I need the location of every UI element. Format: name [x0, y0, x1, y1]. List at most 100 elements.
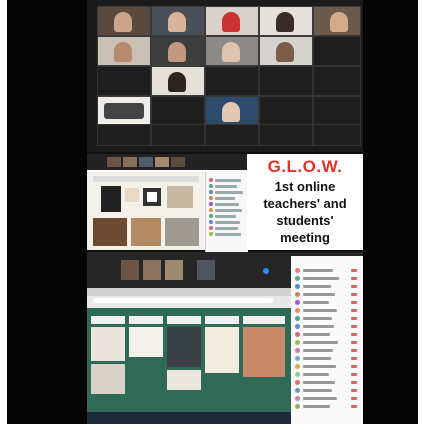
screen-share-panel: G.L.O.W. 1st online teachers' and studen… [87, 154, 363, 268]
column-header [129, 316, 163, 324]
padlet-board [87, 308, 291, 412]
chat-message [215, 203, 239, 206]
poster-line-1: 1st online [274, 179, 336, 194]
video-thumbnail [197, 260, 215, 280]
chat-avatar [209, 178, 213, 182]
participant-row[interactable] [295, 396, 359, 401]
participant-row[interactable] [295, 404, 359, 409]
shared-document [87, 172, 248, 268]
board-column [129, 316, 163, 412]
video-tile [313, 6, 361, 36]
video-tile-name-only [259, 96, 313, 126]
participant-row[interactable] [295, 292, 359, 297]
video-tile-name-only [259, 66, 313, 96]
video-tile [97, 36, 151, 66]
video-tile-name-only [205, 124, 259, 146]
zoom-icon [263, 268, 269, 274]
participant-row[interactable] [295, 372, 359, 377]
chat-avatar [209, 196, 213, 200]
video-tile [151, 66, 205, 96]
image-frame: G.L.O.W. 1st online teachers' and studen… [7, 0, 418, 424]
video-tile [151, 6, 205, 36]
video-tile [97, 96, 151, 126]
chat-avatar [209, 190, 213, 194]
video-tile [205, 96, 259, 126]
video-tile-name-only [313, 124, 361, 146]
participant-row[interactable] [295, 364, 359, 369]
column-header [91, 316, 125, 324]
chat-message [215, 227, 238, 230]
chat-message [215, 233, 241, 236]
video-tile [151, 36, 205, 66]
poster-text-block: G.L.O.W. 1st online teachers' and studen… [247, 154, 363, 250]
video-tile-name-only [313, 96, 361, 126]
video-tile-name-only [205, 66, 259, 96]
board-card[interactable] [205, 327, 239, 373]
participant-row[interactable] [295, 324, 359, 329]
board-card[interactable] [243, 327, 285, 377]
participant-row[interactable] [295, 284, 359, 289]
browser-tab-bar[interactable] [87, 288, 291, 296]
participant-row[interactable] [295, 316, 359, 321]
windows-taskbar [87, 412, 291, 424]
video-thumbnail [123, 157, 137, 167]
video-tile [97, 6, 151, 36]
chat-message [215, 215, 236, 218]
participant-row[interactable] [295, 268, 359, 273]
participant-row[interactable] [295, 380, 359, 385]
participant-row[interactable] [295, 340, 359, 345]
board-column [205, 316, 239, 412]
video-tile-name-only [97, 124, 151, 146]
video-tile-name-only [151, 124, 205, 146]
board-card[interactable] [91, 364, 125, 394]
chat-message [215, 221, 240, 224]
chat-avatar [209, 214, 213, 218]
column-header [205, 316, 239, 324]
video-thumbnail [107, 157, 121, 167]
participant-row[interactable] [295, 356, 359, 361]
poster-line-2: teachers' and [263, 196, 347, 211]
chat-message [215, 197, 235, 200]
participant-row[interactable] [295, 332, 359, 337]
video-tile-name-only [259, 124, 313, 146]
video-tile [205, 6, 259, 36]
board-column [91, 316, 125, 412]
video-thumbnail [165, 260, 183, 280]
video-thumbnail [155, 157, 169, 167]
board-card[interactable] [91, 327, 125, 361]
video-gallery-panel [87, 0, 363, 152]
video-tile-name-only [97, 66, 151, 96]
chat-avatar [209, 208, 213, 212]
board-card[interactable] [167, 327, 201, 367]
video-tile-name-only [151, 96, 205, 126]
chat-message [215, 179, 241, 182]
video-tile-name-only [313, 36, 361, 66]
participants-panel [291, 256, 363, 424]
participant-row[interactable] [295, 300, 359, 305]
address-bar[interactable] [93, 298, 273, 303]
video-tile-name-only [313, 66, 361, 96]
participant-row[interactable] [295, 388, 359, 393]
poster-title: G.L.O.W. [267, 157, 343, 176]
participant-row[interactable] [295, 276, 359, 281]
video-tile [259, 36, 313, 66]
column-header [167, 316, 201, 324]
board-card[interactable] [167, 370, 201, 390]
participant-row[interactable] [295, 308, 359, 313]
chat-message [215, 209, 242, 212]
video-thumbnail [139, 157, 153, 167]
browser-window [87, 288, 291, 424]
participant-row[interactable] [295, 348, 359, 353]
video-thumbnail [121, 260, 139, 280]
chat-message [215, 191, 243, 194]
whiteboard-panel [87, 252, 363, 424]
poster-line-3: students' [276, 213, 334, 228]
meeting-video-strip [87, 154, 247, 170]
poster-line-4: meeting [280, 230, 330, 245]
shared-slide-graphic [93, 176, 199, 246]
video-thumbnail [171, 157, 185, 167]
chat-message [215, 185, 237, 188]
chat-avatar [209, 184, 213, 188]
board-card[interactable] [129, 327, 163, 357]
video-tile [259, 6, 313, 36]
